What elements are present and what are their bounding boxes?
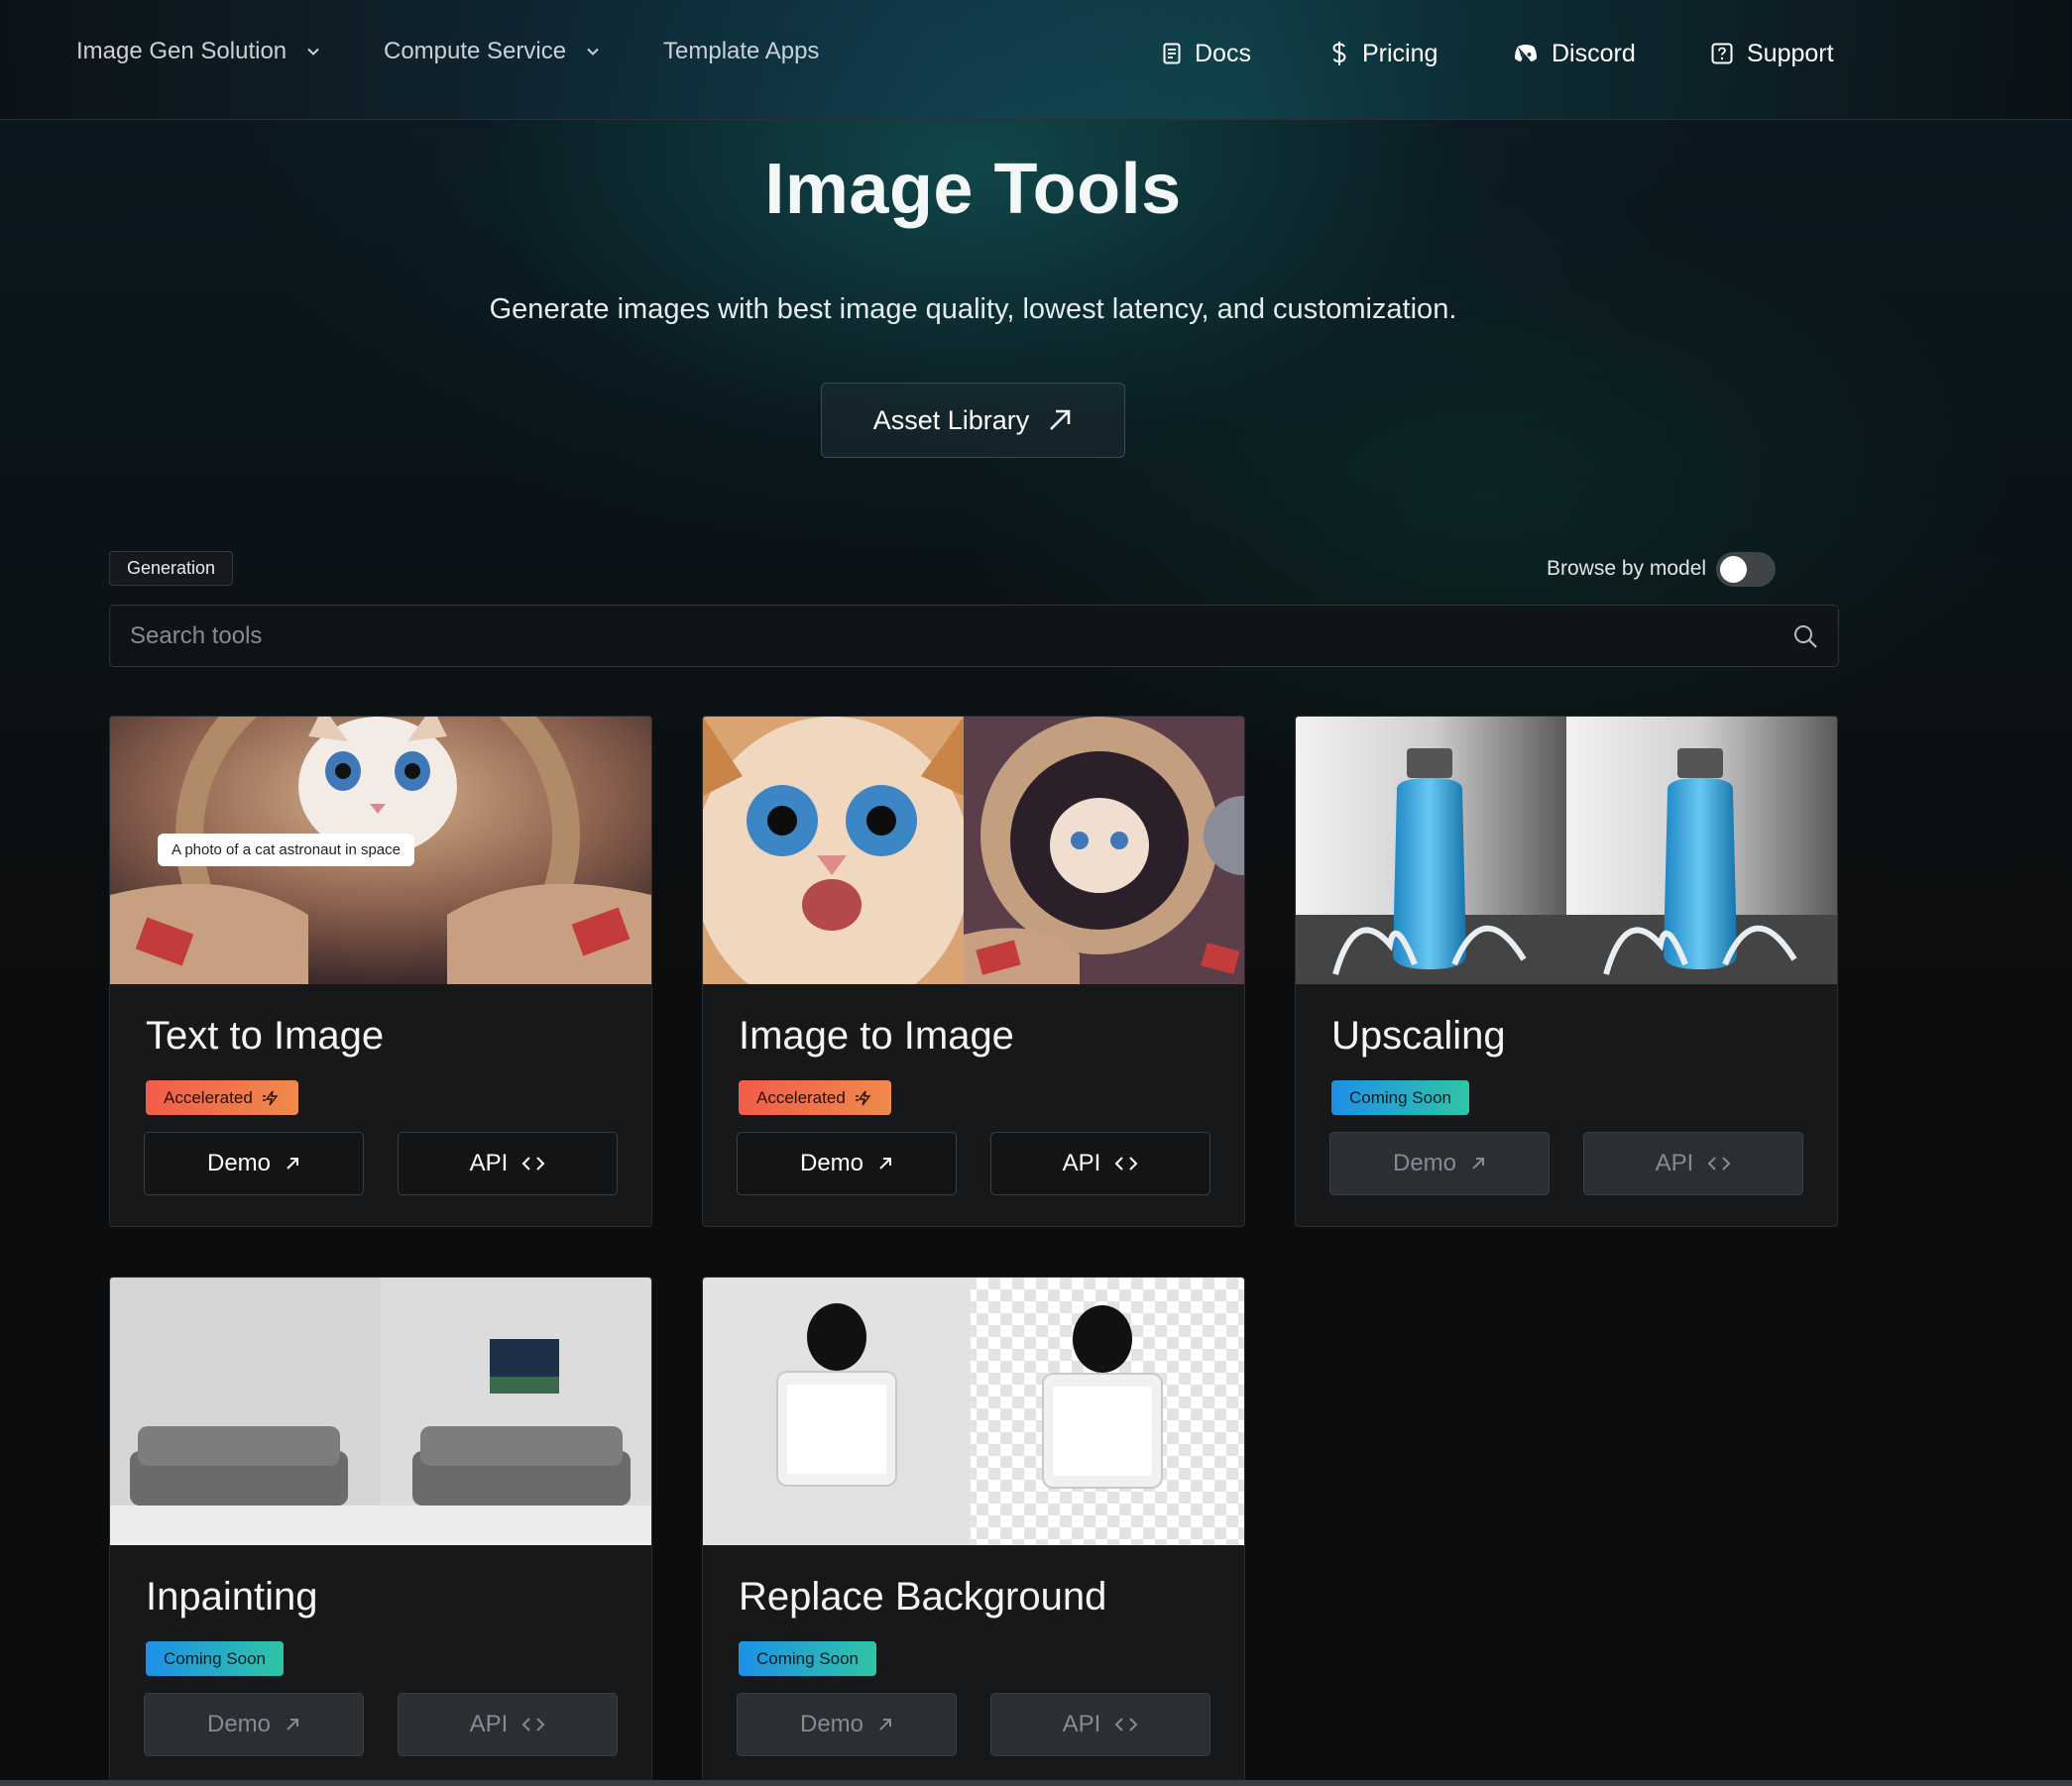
api-button[interactable]: API xyxy=(398,1693,618,1756)
code-icon xyxy=(521,1157,545,1171)
tool-card-inpainting: Inpainting Coming Soon Demo API xyxy=(109,1277,652,1786)
api-label: API xyxy=(469,1150,509,1176)
card-thumbnail xyxy=(1296,717,1837,984)
nav-compute-service[interactable]: Compute Service xyxy=(384,32,600,71)
api-button[interactable]: API xyxy=(990,1693,1210,1756)
coming-soon-badge: Coming Soon xyxy=(739,1641,877,1676)
demo-label: Demo xyxy=(206,1150,272,1176)
arrow-up-right-icon xyxy=(1050,409,1071,430)
api-label: API xyxy=(1655,1150,1694,1176)
browse-by-model: Browse by model xyxy=(1547,551,1777,587)
nav-pricing[interactable]: Pricing xyxy=(1330,34,1438,73)
demo-button[interactable]: Demo xyxy=(737,1693,957,1756)
nav-label: Template Apps xyxy=(663,38,820,64)
nav-image-gen-solution[interactable]: Image Gen Solution xyxy=(76,32,320,71)
card-title: Replace Background xyxy=(739,1575,1107,1619)
question-icon xyxy=(1711,43,1733,64)
tool-card-image-to-image: Image to Image Accelerated Demo API xyxy=(702,716,1245,1227)
arrow-up-right-icon xyxy=(879,1158,892,1170)
nav-docs[interactable]: Docs xyxy=(1163,34,1251,73)
cat-before-after-image xyxy=(703,717,1244,984)
nav-label: Support xyxy=(1747,39,1834,67)
nav-label: Compute Service xyxy=(384,38,567,64)
arrow-up-right-icon xyxy=(1472,1158,1485,1170)
accelerated-badge: Accelerated xyxy=(146,1080,298,1115)
nav-label: Discord xyxy=(1552,39,1636,67)
asset-library-button[interactable]: Asset Library xyxy=(821,383,1125,458)
coming-soon-badge: Coming Soon xyxy=(1331,1080,1470,1115)
lightning-icon xyxy=(262,1090,279,1105)
card-title: Image to Image xyxy=(739,1014,1014,1058)
chevron-down-icon xyxy=(307,48,319,56)
api-label: API xyxy=(1062,1150,1101,1176)
api-label: API xyxy=(1062,1711,1101,1737)
nav-support[interactable]: Support xyxy=(1711,34,1834,73)
badge-label: Coming Soon xyxy=(1349,1087,1452,1107)
prompt-bubble: A photo of a cat astronaut in space xyxy=(158,834,414,866)
arrow-up-right-icon xyxy=(287,1158,299,1170)
badge-label: Coming Soon xyxy=(756,1648,860,1668)
nav-discord[interactable]: Discord xyxy=(1514,34,1636,73)
search-icon[interactable] xyxy=(1792,623,1818,649)
demo-button[interactable]: Demo xyxy=(1329,1132,1550,1195)
search-bar xyxy=(109,605,1839,667)
perfume-before-after-image xyxy=(703,1278,1244,1545)
api-label: API xyxy=(469,1711,509,1737)
api-button[interactable]: API xyxy=(398,1132,618,1195)
lightning-icon xyxy=(855,1090,871,1105)
demo-button[interactable]: Demo xyxy=(737,1132,957,1195)
nav-label: Image Gen Solution xyxy=(76,38,288,64)
tool-card-upscaling: Upscaling Coming Soon Demo API xyxy=(1295,716,1838,1227)
card-thumbnail xyxy=(703,717,1244,984)
asset-library-label: Asset Library xyxy=(872,404,1030,435)
demo-label: Demo xyxy=(799,1711,864,1737)
card-title: Inpainting xyxy=(146,1575,318,1619)
card-thumbnail xyxy=(110,1278,651,1545)
code-icon xyxy=(521,1718,545,1731)
code-icon xyxy=(1707,1157,1731,1171)
badge-label: Accelerated xyxy=(756,1087,846,1107)
badge-label: Accelerated xyxy=(164,1087,253,1107)
page-title: Image Tools xyxy=(764,150,1182,229)
bottom-divider xyxy=(0,1780,2072,1786)
arrow-up-right-icon xyxy=(879,1719,892,1730)
browse-by-model-toggle[interactable] xyxy=(1716,551,1777,587)
accelerated-badge: Accelerated xyxy=(739,1080,891,1115)
card-title: Text to Image xyxy=(146,1014,385,1058)
tool-card-text-to-image: A photo of a cat astronaut in space Text… xyxy=(109,716,652,1227)
card-thumbnail: A photo of a cat astronaut in space xyxy=(110,717,651,984)
discord-icon xyxy=(1515,45,1537,61)
demo-label: Demo xyxy=(206,1711,272,1737)
toggle-knob xyxy=(1720,555,1748,583)
search-input[interactable] xyxy=(130,621,1792,650)
sofa-before-after-image xyxy=(110,1278,651,1545)
api-button[interactable]: API xyxy=(990,1132,1210,1195)
card-title: Upscaling xyxy=(1331,1014,1506,1058)
tool-card-replace-background: Replace Background Coming Soon Demo API xyxy=(702,1277,1245,1786)
top-navigation: Image Gen Solution Compute Service Templ… xyxy=(0,0,2072,120)
code-icon xyxy=(1114,1157,1138,1171)
card-thumbnail xyxy=(703,1278,1244,1545)
code-icon xyxy=(1114,1718,1138,1731)
chevron-down-icon xyxy=(587,48,599,56)
demo-label: Demo xyxy=(799,1150,864,1176)
demo-button[interactable]: Demo xyxy=(144,1132,364,1195)
api-button[interactable]: API xyxy=(1583,1132,1803,1195)
demo-label: Demo xyxy=(1392,1150,1457,1176)
doc-icon xyxy=(1163,43,1181,64)
badge-label: Coming Soon xyxy=(164,1648,267,1668)
nav-template-apps[interactable]: Template Apps xyxy=(663,32,819,71)
dollar-icon xyxy=(1332,42,1346,65)
demo-button[interactable]: Demo xyxy=(144,1693,364,1756)
browse-by-model-label: Browse by model xyxy=(1547,557,1707,580)
coming-soon-badge: Coming Soon xyxy=(146,1641,285,1676)
nav-label: Docs xyxy=(1195,39,1251,67)
water-bottle-before-after-image xyxy=(1296,717,1837,984)
page-subtitle: Generate images with best image quality,… xyxy=(489,293,1457,325)
nav-label: Pricing xyxy=(1362,39,1439,67)
category-tag-generation[interactable]: Generation xyxy=(109,551,234,586)
arrow-up-right-icon xyxy=(287,1719,299,1730)
